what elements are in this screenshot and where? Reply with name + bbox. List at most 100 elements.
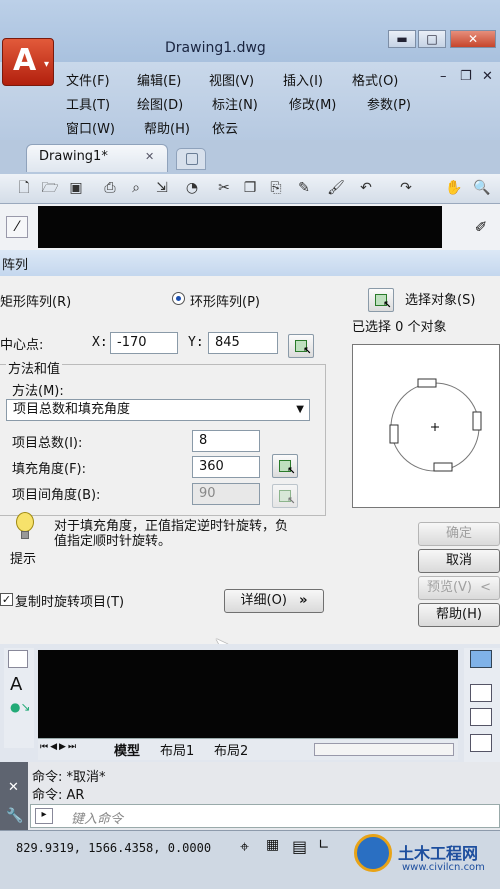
command-input[interactable]: ▸ 键入命令 xyxy=(30,804,500,828)
close-icon[interactable]: ✕ xyxy=(8,780,19,795)
mdi-restore-button[interactable]: ❐ xyxy=(460,69,472,84)
save-icon[interactable]: ▣ xyxy=(66,178,86,198)
model-space-canvas-lower[interactable] xyxy=(38,650,458,750)
watermark-logo: 土木工程网 www.civilcn.com xyxy=(350,830,500,889)
horizontal-scrollbar[interactable] xyxy=(314,743,454,756)
close-button[interactable]: ✕ xyxy=(450,30,496,48)
menu-tools[interactable]: 工具(T) xyxy=(66,94,110,113)
pan-icon[interactable]: ✋ xyxy=(444,178,464,198)
open-icon[interactable]: 🗁 xyxy=(40,178,60,198)
cube-icon[interactable] xyxy=(470,650,492,668)
redo-icon[interactable]: ↷ xyxy=(396,178,416,198)
zoom-icon[interactable]: 🔍 xyxy=(472,178,492,198)
menu-dimension[interactable]: 标注(N) xyxy=(212,94,258,113)
details-button[interactable]: 详细(O) » xyxy=(224,589,324,613)
method-select[interactable]: 项目总数和填充角度 ▼ xyxy=(6,399,310,421)
method-group-title: 方法和值 xyxy=(6,358,63,377)
layer-states-icon[interactable] xyxy=(470,734,492,752)
application-menu-button[interactable]: A ▾ xyxy=(2,38,54,86)
fill-angle-label: 填充角度(F): xyxy=(12,462,87,477)
menu-window[interactable]: 窗口(W) xyxy=(66,118,115,137)
center-y-input[interactable]: 845 xyxy=(208,332,278,354)
wrench-icon[interactable]: 🔧 xyxy=(6,808,23,824)
print-icon[interactable]: ⎙ xyxy=(100,178,120,198)
table-tool-icon[interactable] xyxy=(8,650,28,668)
text-tool-icon[interactable]: A xyxy=(10,674,22,695)
menu-help[interactable]: 帮助(H) xyxy=(144,118,190,137)
command-line-handle[interactable]: ✕ 🔧 xyxy=(0,762,28,830)
tab-navigation-icon[interactable]: ⏮◀▶⏭ xyxy=(40,742,78,752)
lightbulb-icon xyxy=(14,512,36,542)
method-select-value: 项目总数和填充角度 xyxy=(13,402,131,417)
minimize-button[interactable]: ▬ xyxy=(388,30,416,48)
new-icon[interactable]: 🗋 xyxy=(14,178,34,198)
pick-fill-angle-button[interactable]: ↖ xyxy=(272,454,298,478)
layers-icon[interactable] xyxy=(470,684,492,702)
maximize-button[interactable]: □ xyxy=(418,30,446,48)
grid-mode-icon[interactable]: ▦ xyxy=(266,837,279,853)
menu-insert[interactable]: 插入(I) xyxy=(283,70,323,89)
fill-angle-input[interactable]: 360 xyxy=(192,456,260,478)
plus-icon xyxy=(186,153,198,165)
copy-icon[interactable]: ❐ xyxy=(240,178,260,198)
preview-label: 预览(V) xyxy=(426,580,472,595)
chevron-down-icon: ▾ xyxy=(43,59,49,70)
line-tool-icon[interactable]: ⁄ xyxy=(6,216,28,238)
polar-array-radio[interactable] xyxy=(172,292,185,305)
mdi-close-button[interactable]: ✕ xyxy=(482,69,493,84)
menu-yiyun[interactable]: 依云 xyxy=(212,118,238,137)
undo-icon[interactable]: ↶ xyxy=(356,178,376,198)
brush-icon[interactable]: 🖌 xyxy=(326,178,346,198)
tab-drawing1[interactable]: Drawing1* ✕ xyxy=(26,144,168,172)
brush-tool-icon[interactable]: ✐ xyxy=(470,216,492,238)
preview-icon[interactable]: ⌕ xyxy=(126,178,146,198)
rect-array-option[interactable]: 矩形阵列(R) xyxy=(0,291,71,310)
menu-file[interactable]: 文件(F) xyxy=(66,70,110,89)
array-preview xyxy=(352,344,500,508)
command-history-line: 命令: *取消* xyxy=(32,770,106,785)
rotate-items-checkbox[interactable]: ✓ xyxy=(0,593,13,606)
layers-stack-icon[interactable] xyxy=(470,708,492,726)
help-button[interactable]: 帮助(H) xyxy=(418,603,500,627)
tab-model[interactable]: 模型 xyxy=(114,740,140,759)
coordinates-readout: 829.9319, 1566.4358, 0.0000 xyxy=(16,841,212,855)
logo-name: 土木工程网 xyxy=(398,844,479,863)
tab-layout2[interactable]: 布局2 xyxy=(214,740,248,759)
ok-button[interactable]: 确定 xyxy=(418,522,500,546)
menu-view[interactable]: 视图(V) xyxy=(209,70,254,89)
ortho-icon[interactable]: ∟ xyxy=(318,837,330,853)
close-icon[interactable]: ✕ xyxy=(145,150,154,163)
grid-icon[interactable]: ▤ xyxy=(292,837,307,856)
publish-icon[interactable]: ⇲ xyxy=(152,178,172,198)
chevron-double-down-icon: » xyxy=(299,593,308,608)
menu-parametric[interactable]: 参数(P) xyxy=(367,94,411,113)
cut-icon[interactable]: ✂ xyxy=(214,178,234,198)
new-tab-button[interactable] xyxy=(176,148,206,170)
matchprop-icon[interactable]: ✎ xyxy=(294,178,314,198)
menu-draw[interactable]: 绘图(D) xyxy=(137,94,183,113)
y-label: Y: xyxy=(188,335,204,350)
prompt-icon[interactable]: ▸ xyxy=(35,808,53,824)
select-objects-button[interactable]: ↖ xyxy=(368,288,394,312)
model-space-canvas[interactable] xyxy=(38,206,442,248)
tab-layout1[interactable]: 布局1 xyxy=(160,740,194,759)
total-items-input[interactable]: 8 xyxy=(192,430,260,452)
chevron-down-icon: ▼ xyxy=(296,404,304,415)
center-x-input[interactable]: -170 xyxy=(110,332,178,354)
attribute-tool-icon[interactable]: ●↘ xyxy=(10,700,31,714)
chevron-left-icon: < xyxy=(480,580,492,595)
autocad-logo-icon: A xyxy=(13,43,37,78)
plot-icon[interactable]: ◔ xyxy=(182,178,202,198)
select-objects-label: 选择对象(S) xyxy=(405,293,476,308)
mdi-minimize-button[interactable]: – xyxy=(440,69,447,84)
cancel-button[interactable]: 取消 xyxy=(418,549,500,573)
logo-icon xyxy=(354,834,392,872)
menu-format[interactable]: 格式(O) xyxy=(352,70,398,89)
snap-icon[interactable]: ⌖ xyxy=(240,837,249,857)
pick-center-button[interactable]: ↖ xyxy=(288,334,314,358)
menu-modify[interactable]: 修改(M) xyxy=(289,94,336,113)
preview-button[interactable]: 预览(V) < xyxy=(418,576,500,600)
paste-icon[interactable]: ⎘ xyxy=(266,178,286,198)
menu-edit[interactable]: 编辑(E) xyxy=(137,70,181,89)
x-label: X: xyxy=(92,335,108,350)
